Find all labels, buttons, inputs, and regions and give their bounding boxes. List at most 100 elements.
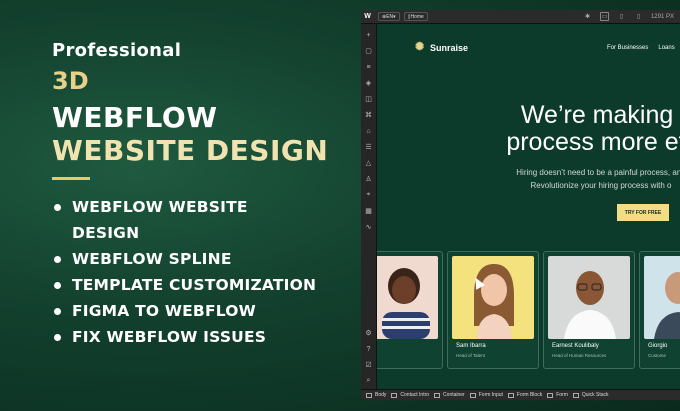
sun-logo-icon: ✺ [415,41,425,53]
element-icon [391,392,398,398]
team-role: Head of Talent [456,353,485,358]
promo-headline: WEBFLOW WEBSITE DESIGN [52,101,352,167]
breadcrumb-item[interactable]: Form [547,392,568,398]
breadcrumb-item[interactable]: Quick Stack [572,392,609,398]
logic-icon[interactable]: ⌖ [361,187,377,203]
team-photo [377,256,438,339]
element-icon [469,392,476,398]
breadcrumb-item[interactable]: Form Input [469,392,503,398]
help-icon[interactable]: ? [361,341,377,357]
breadcrumb-item[interactable]: Body [366,392,386,398]
locale-selector[interactable]: ⊕ EN ▾ [378,12,400,21]
canvas-width-readout: 1291 PX [650,13,674,20]
editor-topbar: W ⊕ EN ▾ ▯ Home ✱ ▭ ▯ ▯ 1291 PX [361,10,680,24]
tablet-breakpoint-icon[interactable]: ▯ [617,12,626,21]
styles-icon[interactable]: ⌘ [361,107,377,123]
team-name: Earnest Koulibaly [552,343,599,349]
hero-heading: We’re making th process more effici [461,102,680,156]
team-name: Giorgio [648,343,668,349]
breadcrumb-label: Body [375,392,387,398]
design-canvas[interactable]: ✺ Sunraise For Businesses Loans We’re ma… [377,24,680,389]
team-name: Sam Ibarra [456,343,486,349]
team-card[interactable]: illiams ector [377,251,443,369]
checklist-icon[interactable]: ☑ [361,357,377,373]
add-icon[interactable]: + [361,27,377,43]
breadcrumb-item[interactable]: Form Block [507,392,543,398]
team-photo [452,256,534,339]
nav-link-loans[interactable]: Loans [658,45,674,51]
variables-icon[interactable]: ◫ [361,91,377,107]
team-card[interactable]: Earnest Koulibaly Head of Human Resource… [543,251,635,369]
webflow-logo-icon[interactable]: W [361,10,374,24]
audit-icon[interactable]: ∿ [361,219,377,235]
cms-icon[interactable]: ☰ [361,139,377,155]
promo-line-website-design: WEBSITE DESIGN [52,134,329,167]
element-icon [547,392,554,398]
page-selector[interactable]: ▯ Home [403,12,428,21]
breakpoint-controls: ✱ ▭ ▯ ▯ 1291 PX [583,12,680,21]
promo-line-3d: 3D [52,67,89,95]
breadcrumb-label: Container [443,392,465,398]
service-item-continued: DESIGN [72,224,140,242]
team-photo [644,256,680,339]
service-item: WEBFLOW WEBSITE [52,194,352,220]
breadcrumb-label: Form [556,392,568,398]
ecommerce-icon[interactable]: △ [361,155,377,171]
hero-heading-line: process more effici [506,128,680,156]
breadcrumb-item[interactable]: Container [434,392,465,398]
mobile-breakpoint-icon[interactable]: ▯ [634,12,643,21]
service-item: FIX WEBFLOW ISSUES [52,324,352,350]
promo-panel: Professional 3D WEBFLOW WEBSITE DESIGN W… [52,40,352,350]
breadcrumb-label: Quick Stack [581,392,609,398]
element-icon [507,392,514,398]
assets-icon[interactable]: ⌂ [361,123,377,139]
page-label: Home [410,13,424,20]
apps-icon[interactable]: ▦ [361,203,377,219]
users-icon[interactable]: ♙ [361,171,377,187]
service-item: FIGMA TO WEBFLOW [52,298,352,324]
nav-link-businesses[interactable]: For Businesses [607,45,648,51]
site-brand[interactable]: ✺ Sunraise [415,42,468,53]
element-icon [366,392,372,398]
team-photo [548,256,630,339]
team-role: Custome [648,353,667,358]
chevron-down-icon: ▾ [393,13,396,20]
team-card[interactable]: Giorgio Custome [639,251,680,369]
portrait-image [654,272,680,339]
pages-icon[interactable]: ▢ [361,43,377,59]
portrait-image [382,268,430,339]
team-role: Head of Human Resources [552,353,607,358]
search-icon[interactable]: ⌕ [361,373,377,389]
breakpoint-star-icon[interactable]: ✱ [583,12,592,21]
service-item: TEMPLATE CUSTOMIZATION [52,272,352,298]
hero-subtext: Hiring doesn’t need to be a painful proc… [481,166,680,192]
portrait-image [474,264,514,339]
element-icon [572,392,579,398]
settings-icon[interactable]: ⚙ [361,325,377,341]
brand-name: Sunraise [430,42,469,53]
service-list: WEBFLOW WEBSITE DESIGN WEBFLOW SPLINE TE… [52,194,352,350]
portrait-image [564,271,616,339]
hero-heading-line: We’re making th [520,101,680,129]
breadcrumb: Body Contact Intro Container Form Input … [361,389,680,400]
element-icon [434,392,441,398]
site-nav: For Businesses Loans [607,45,675,51]
webflow-editor-window: W ⊕ EN ▾ ▯ Home ✱ ▭ ▯ ▯ 1291 PX + ▢ ≡ ◈ … [361,10,680,400]
locale-label: EN [386,13,394,20]
try-for-free-button[interactable]: TRY FOR FREE [617,204,669,221]
team-card[interactable]: Sam Ibarra Head of Talent [447,251,539,369]
breadcrumb-label: Form Block [516,392,543,398]
hero-subtext-line: Revolutionize your hiring process with o [530,181,672,190]
promo-line-professional: Professional [52,40,182,61]
hero-subtext-line: Hiring doesn’t need to be a painful proc… [516,168,680,177]
service-item: WEBFLOW SPLINE [52,246,352,272]
breadcrumb-label: Contact Intro [400,392,430,398]
navigator-icon[interactable]: ≡ [361,59,377,75]
promo-divider [52,177,90,180]
breadcrumb-item[interactable]: Contact Intro [391,392,429,398]
components-icon[interactable]: ◈ [361,75,377,91]
desktop-breakpoint-icon[interactable]: ▭ [599,12,609,21]
editor-left-toolbar: + ▢ ≡ ◈ ◫ ⌘ ⌂ ☰ △ ♙ ⌖ ▦ ∿ ⚙ ? ☑ ⌕ [361,24,377,389]
promo-line-webflow: WEBFLOW [52,101,218,134]
breadcrumb-label: Form Input [478,392,503,398]
